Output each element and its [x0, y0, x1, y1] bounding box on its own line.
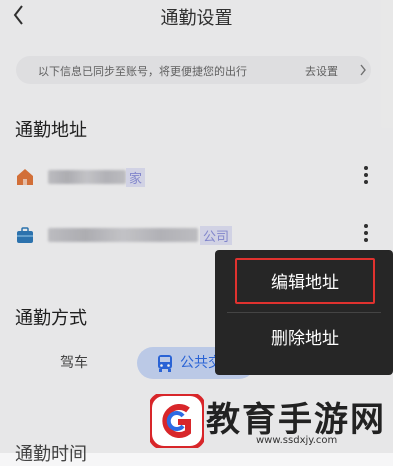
sync-text: 以下信息已同步至账号，将更便捷您的出行: [38, 65, 247, 78]
go-settings-link[interactable]: 去设置: [305, 63, 338, 79]
commute-settings-page: 通勤设置 以下信息已同步至账号，将更便捷您的出行 去设置 通勤地址 家 公司 通…: [0, 0, 393, 465]
address-row-home[interactable]: 家: [0, 162, 393, 192]
chevron-right-icon: [360, 64, 366, 76]
address-section-title: 通勤地址: [15, 120, 87, 141]
delete-address-menu-item[interactable]: 删除地址: [235, 316, 375, 362]
watermark-url: www.ssdxjy.com: [256, 435, 338, 446]
context-menu: 编辑地址 删除地址: [215, 250, 393, 375]
home-icon: [17, 169, 33, 185]
edit-address-menu-item[interactable]: 编辑地址: [235, 258, 375, 304]
more-options-icon[interactable]: [362, 222, 370, 246]
home-tag: 家: [126, 168, 146, 187]
more-options-icon[interactable]: [362, 164, 370, 188]
bus-icon: [158, 355, 172, 372]
watermark: 教育手游网 www.ssdxjy.com: [148, 390, 393, 453]
sync-banner[interactable]: 以下信息已同步至账号，将更便捷您的出行 去设置: [16, 56, 371, 84]
menu-divider: [227, 312, 381, 313]
company-tag: 公司: [200, 226, 233, 245]
watermark-text: 教育手游网: [206, 400, 386, 440]
mode-drive-button[interactable]: 驾车: [36, 347, 112, 379]
watermark-logo-icon: [150, 394, 204, 448]
briefcase-icon: [17, 227, 33, 243]
header: 通勤设置: [0, 0, 393, 34]
mode-section-title: 通勤方式: [15, 308, 87, 329]
page-title: 通勤设置: [160, 8, 233, 29]
home-address-redacted: [48, 170, 126, 184]
commute-time-title: 通勤时间: [15, 444, 87, 465]
company-address-redacted: [48, 228, 198, 242]
address-row-company[interactable]: 公司: [0, 220, 393, 250]
